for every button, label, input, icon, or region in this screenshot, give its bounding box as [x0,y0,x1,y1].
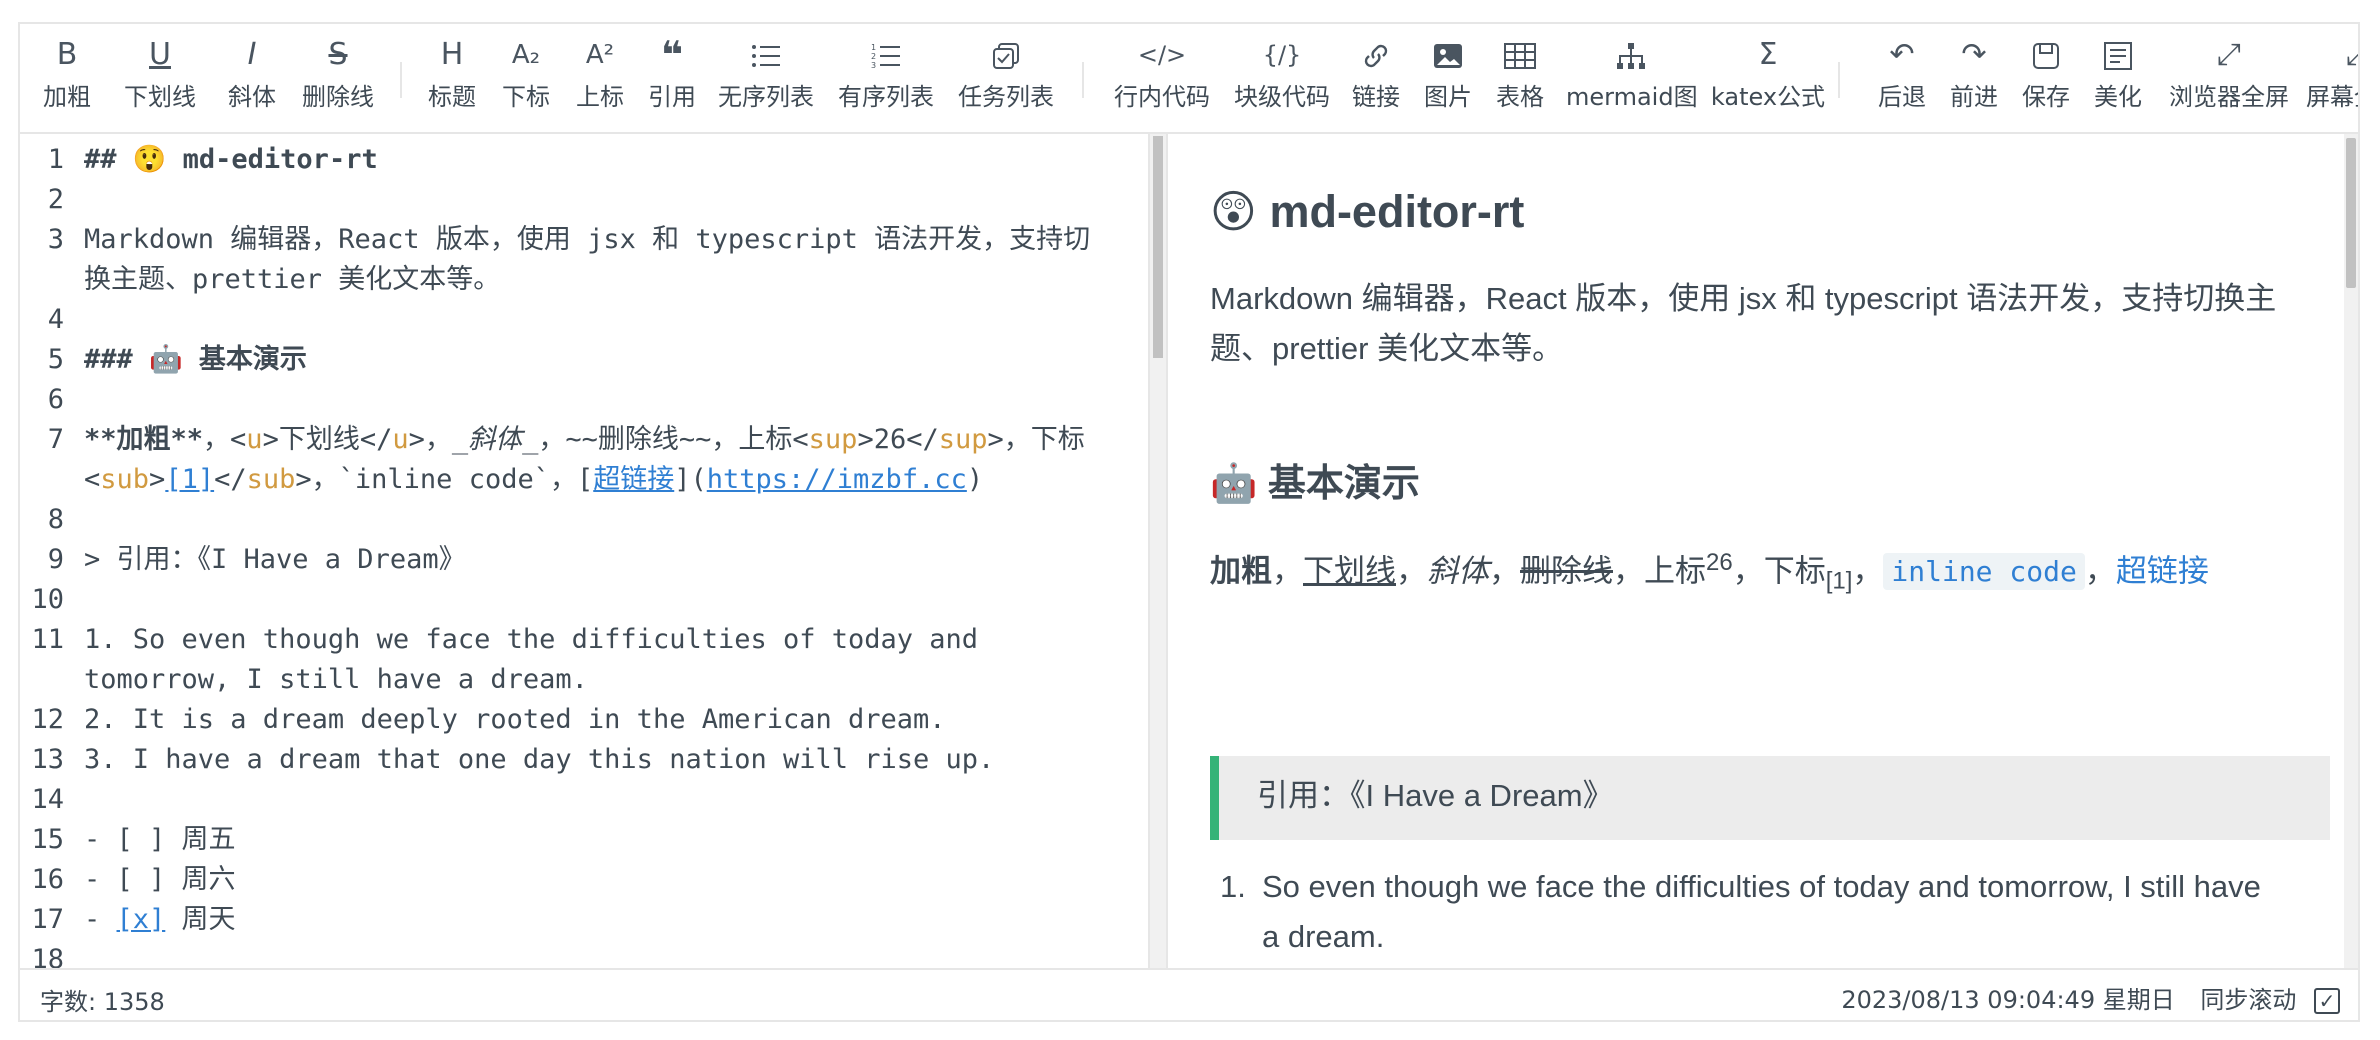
italic-button[interactable]: I 斜体 [220,32,284,128]
heading-icon: H [440,37,464,72]
datetime: 2023/08/13 09:04:49 星期日 [1841,986,2175,1014]
next-button[interactable]: ↷ 前进 [1940,32,2008,128]
preview-ordered-list: 1. So even though we face the difficulti… [1210,862,2340,962]
code-line: tomorrow, I still have a dream. [84,664,588,695]
image-button[interactable]: 图片 [1414,32,1482,128]
toolbar: B 加粗 U 下划线 I 斜体 S 删除线 H 标题 A₂ 下标 A² 上标 ❝… [20,24,2358,134]
revoke-button[interactable]: ↶ 后退 [1868,32,1936,128]
preview-blockquote: 引用：《I Have a Dream》 [1210,756,2330,840]
svg-text:1: 1 [871,43,876,52]
table-icon [1486,32,1554,78]
inline-code-icon: </> [1137,41,1187,69]
code-line: 4 [47,304,64,335]
superscript-icon: A² [585,40,615,70]
subscript-button[interactable]: A₂ 下标 [492,32,560,128]
quote-icon: ❝ [660,33,684,77]
unordered-list-button[interactable]: 无序列表 [714,32,818,128]
task-list-icon [954,32,1058,78]
status-bar: 字数: 1358 2023/08/13 09:04:49 星期日 同步滚动 ✓ [20,968,2358,1020]
code-line: 5 ### 🤖 基本演示 [47,344,307,375]
scrollbar-thumb[interactable] [1153,136,1163,358]
preview-link[interactable]: 超链接 [2116,553,2209,588]
toolbar-divider [1082,62,1084,98]
editor-scrollbar[interactable] [1148,134,1168,972]
code-editor-pane[interactable]: 1 ## 😲 md-editor-rt 2 3 Markdown 编辑器，Rea… [20,134,1148,972]
word-count: 字数: 1358 [40,988,165,1016]
strikethrough-button[interactable]: S 删除线 [296,32,380,128]
svg-text:2: 2 [871,52,876,61]
quote-button[interactable]: ❝ 引用 [638,32,706,128]
save-button[interactable]: 保存 [2012,32,2080,128]
code-line: 8 [47,504,64,535]
code-line: 16 - [ ] 周六 [31,864,236,895]
mermaid-icon [1566,32,1696,78]
bold-icon: B [56,37,78,72]
code-line: 14 [31,784,64,815]
ordered-list-icon: 123 [834,32,938,78]
strikethrough-icon: S [328,37,348,72]
svg-text:3: 3 [871,61,876,70]
code-line: 11 1. So even though we face the difficu… [31,624,979,655]
underline-button[interactable]: U 下划线 [110,32,210,128]
redo-icon: ↷ [1961,37,1987,72]
underline-icon: U [149,37,171,72]
code-line: 2 [47,184,64,215]
katex-button[interactable]: Σ katex公式 [1710,32,1826,128]
list-item: 1. So even though we face the difficulti… [1220,869,2261,954]
prettier-button[interactable]: 美化 [2084,32,2152,128]
markdown-editor: B 加粗 U 下划线 I 斜体 S 删除线 H 标题 A₂ 下标 A² 上标 ❝… [18,22,2360,1022]
sync-scroll-label: 同步滚动 [2200,986,2297,1014]
code-line: 15 - [ ] 周五 [31,824,236,855]
inline-code-button[interactable]: </> 行内代码 [1110,32,1214,128]
code-line: 6 [47,384,64,415]
code-line: 1 ## 😲 md-editor-rt [47,144,378,175]
inline-code: inline code [1883,553,2085,591]
save-icon [2012,32,2080,78]
ordered-list-button[interactable]: 123 有序列表 [834,32,938,128]
preview-section-heading: 🤖 基本演示 [1210,463,1420,505]
code-line: <sub>[1]</sub>，`inline code`，[超链接](https… [84,464,984,495]
task-list-button[interactable]: 任务列表 [954,32,1058,128]
prettier-icon [2084,32,2152,78]
code-line: 13 3. I have a dream that one day this n… [31,744,995,775]
code-block-icon: {/} [1262,41,1302,69]
table-button[interactable]: 表格 [1486,32,1554,128]
code-line: 12 2. It is a dream deeply rooted in the… [31,704,946,735]
sync-scroll-checkbox[interactable]: ✓ [2314,988,2340,1014]
code-line: 9 > 引用：《I Have a Dream》 [47,544,466,575]
footer-right: 2023/08/13 09:04:49 星期日 同步滚动 ✓ [1841,980,2340,1015]
code-line: 7 **加粗**，<u>下划线</u>，_斜体_，~~删除线~~，上标<sup>… [47,424,1085,455]
preview-intro: Markdown 编辑器，React 版本，使用 jsx 和 typescrip… [1210,281,2277,366]
toolbar-divider [1838,62,1840,98]
fullscreen-button[interactable]: ⤢ 屏幕全屏 [2306,32,2358,128]
unordered-list-icon [714,32,818,78]
heading-button[interactable]: H 标题 [418,32,486,128]
expand-icon: ⤢ [2217,37,2241,72]
toolbar-divider [400,62,402,98]
link-icon [1342,32,1410,78]
preview-title: 😲 md-editor-rt [1210,186,1525,237]
sigma-icon: Σ [1758,37,1778,72]
code-line: 10 [31,584,64,615]
page-fullscreen-button[interactable]: ⤢ 浏览器全屏 [2164,32,2294,128]
code-block-button[interactable]: {/} 块级代码 [1230,32,1334,128]
superscript-button[interactable]: A² 上标 [566,32,634,128]
subscript-icon: A₂ [511,40,541,70]
preview-scrollbar[interactable] [2344,134,2358,972]
code-line: 换主题、prettier 美化文本等。 [84,264,501,295]
undo-icon: ↶ [1889,37,1915,72]
mermaid-button[interactable]: mermaid图 [1566,32,1698,128]
code-line: 3 Markdown 编辑器，React 版本，使用 jsx 和 typescr… [47,224,1091,255]
code-line: 17 - [x] 周天 [31,904,236,935]
fullscreen-icon: ⤢ [2306,32,2358,78]
link-button[interactable]: 链接 [1342,32,1410,128]
italic-icon: I [247,37,257,72]
image-icon [1414,32,1482,78]
bold-button[interactable]: B 加粗 [40,32,94,128]
preview-demo-line: 加粗，下划线，斜体，删除线，上标26，下标[1]， inline code ，超链接 [1210,549,2209,595]
preview-pane: 😲 md-editor-rt Markdown 编辑器，React 版本，使用 … [1168,134,2358,972]
scrollbar-thumb[interactable] [2346,138,2356,288]
